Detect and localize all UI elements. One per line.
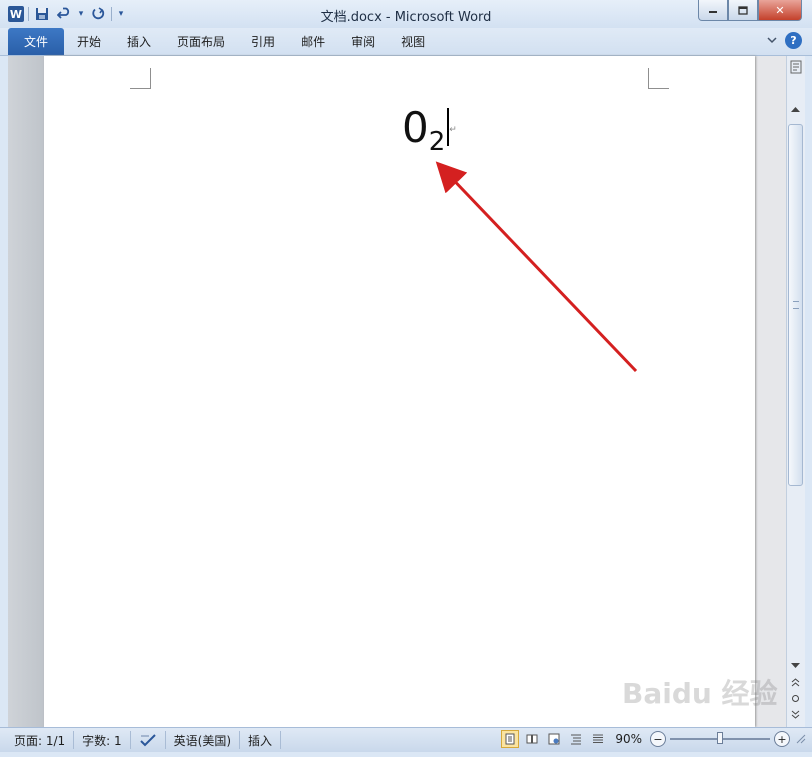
- minimize-button[interactable]: [698, 0, 728, 21]
- margin-corner-top-right: [648, 68, 669, 89]
- undo-dropdown-icon[interactable]: ▾: [77, 5, 85, 23]
- zoom-slider-thumb[interactable]: [717, 732, 723, 744]
- title-bar: W ▾ ▾ 文档.docx - Microsoft Word ✕: [0, 0, 812, 28]
- select-browse-object-icon[interactable]: [788, 694, 803, 708]
- scroll-up-icon[interactable]: [788, 106, 803, 120]
- draft-view-icon[interactable]: [589, 730, 607, 748]
- resize-grip-icon[interactable]: [794, 732, 808, 746]
- scrollbar-thumb[interactable]: [788, 124, 803, 486]
- ribbon-right-controls: ?: [767, 32, 802, 49]
- close-button[interactable]: ✕: [758, 0, 802, 21]
- proofing-status[interactable]: [131, 731, 166, 749]
- tab-page-layout[interactable]: 页面布局: [164, 28, 238, 55]
- vertical-scrollbar[interactable]: [786, 56, 805, 727]
- previous-page-icon[interactable]: [788, 678, 803, 692]
- outline-view-icon[interactable]: [567, 730, 585, 748]
- undo-icon[interactable]: [55, 5, 73, 23]
- scroll-down-icon[interactable]: [788, 662, 803, 676]
- next-page-icon[interactable]: [788, 710, 803, 724]
- subscript-text: 2: [428, 127, 446, 157]
- maximize-button[interactable]: [728, 0, 758, 21]
- watermark: Baidu 经验: [622, 677, 778, 710]
- qat-separator: [28, 7, 29, 21]
- ribbon-tab-bar: 文件 开始 插入 页面布局 引用 邮件 审阅 视图 ?: [0, 28, 812, 56]
- tab-references[interactable]: 引用: [238, 28, 288, 55]
- word-logo-icon[interactable]: W: [8, 6, 24, 22]
- scrollbar-grip: [793, 301, 799, 309]
- margin-corner-top-left: [130, 68, 151, 89]
- tab-review[interactable]: 审阅: [338, 28, 388, 55]
- minimize-ribbon-icon[interactable]: [767, 34, 777, 47]
- page-count-status[interactable]: 页面: 1/1: [0, 731, 75, 749]
- status-bar: 页面: 1/1 字数: 1 英语(美国) 插入 90% − +: [0, 727, 812, 752]
- web-layout-icon[interactable]: [545, 730, 563, 748]
- redo-icon[interactable]: [89, 5, 107, 23]
- view-and-zoom-controls: 90% − +: [501, 730, 808, 748]
- help-icon[interactable]: ?: [785, 32, 802, 49]
- tab-home[interactable]: 开始: [64, 28, 114, 55]
- document-margin-shade: [8, 56, 44, 727]
- word-count-status[interactable]: 字数: 1: [74, 731, 131, 749]
- insert-mode-status[interactable]: 插入: [240, 731, 282, 749]
- qat-separator: [111, 7, 112, 21]
- tab-insert[interactable]: 插入: [114, 28, 164, 55]
- tab-mailings[interactable]: 邮件: [288, 28, 338, 55]
- zoom-level[interactable]: 90%: [615, 732, 642, 746]
- zoom-in-button[interactable]: +: [774, 731, 790, 747]
- view-ruler-icon[interactable]: [788, 60, 803, 76]
- document-text[interactable]: 02 ↵: [402, 103, 457, 158]
- spell-check-icon: [139, 734, 156, 747]
- quick-access-toolbar: W ▾ ▾: [8, 5, 126, 23]
- document-page[interactable]: 02 ↵: [44, 56, 755, 727]
- print-layout-view-icon[interactable]: [501, 730, 520, 748]
- language-status[interactable]: 英语(美国): [166, 731, 241, 749]
- window-controls: ✕: [698, 0, 802, 21]
- paragraph-mark: ↵: [449, 125, 457, 135]
- base-text: 0: [402, 103, 429, 152]
- word-window: W ▾ ▾ 文档.docx - Microsoft Word ✕ 文件 开始 插…: [0, 0, 812, 757]
- zoom-slider[interactable]: [670, 732, 770, 744]
- customize-qat-icon[interactable]: ▾: [116, 5, 126, 23]
- zoom-out-button[interactable]: −: [650, 731, 666, 747]
- ribbon-tabs: 开始 插入 页面布局 引用 邮件 审阅 视图: [64, 28, 438, 55]
- full-screen-reading-icon[interactable]: [523, 730, 541, 748]
- tab-file[interactable]: 文件: [8, 28, 64, 55]
- tab-view[interactable]: 视图: [388, 28, 438, 55]
- save-icon[interactable]: [33, 5, 51, 23]
